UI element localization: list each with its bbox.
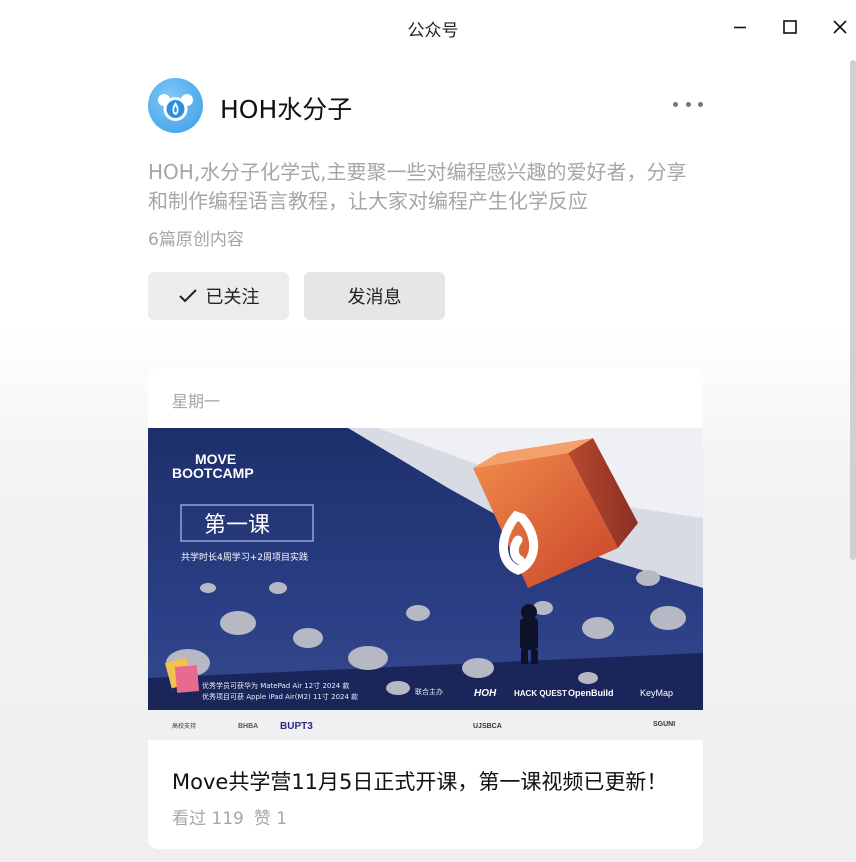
- maximize-icon: [783, 20, 797, 34]
- cover-school-bhba: BHBA: [238, 723, 258, 730]
- article-card[interactable]: 星期一 MOVE BOOTCAMP 第一课 共学时长4周学习+2周项目实践 优秀…: [148, 368, 703, 849]
- cover-duration: 共学时长4周学习+2周项目实践: [181, 551, 308, 563]
- cover-sponsor-hoh: HOH: [474, 688, 497, 699]
- check-icon: [178, 289, 197, 303]
- original-count: 6篇原创内容: [148, 230, 244, 250]
- cover-prize-line2: 优秀项目可获 Apple iPad Air(M2) 11寸 2024 款: [202, 692, 358, 701]
- more-icon: [673, 101, 678, 107]
- cover-headline: 第一课: [204, 513, 270, 538]
- cover-sponsor-hackquest: HACK QUEST: [514, 689, 567, 698]
- cover-illustration: MOVE BOOTCAMP 第一课 共学时长4周学习+2周项目实践 优秀学员可获…: [148, 428, 703, 740]
- like-count: 赞 1: [253, 809, 288, 829]
- cover-school-bupt3: BUPT3: [280, 721, 313, 732]
- cover-school-sguni: SGUNI: [653, 721, 675, 728]
- more-button[interactable]: [673, 94, 703, 114]
- account-description: HOH,水分子化学式,主要聚一些对编程感兴趣的爱好者，分享和制作编程语言教程，让…: [148, 160, 687, 213]
- cover-brand-bottom: BOOTCAMP: [172, 465, 254, 481]
- view-count: 看过 119: [172, 809, 244, 829]
- minimize-icon: [734, 26, 746, 29]
- title-bar: 公众号: [0, 0, 856, 56]
- cover-sponsor-openbuild: OpenBuild: [568, 688, 614, 698]
- article-cover[interactable]: MOVE BOOTCAMP 第一课 共学时长4周学习+2周项目实践 优秀学员可获…: [148, 428, 703, 740]
- article-stats: 看过 119 赞 1: [172, 804, 297, 829]
- minimize-button[interactable]: [720, 10, 760, 44]
- cover-school-ujsbca: UJSBCA: [473, 723, 502, 730]
- cover-organizer-label: 联合主办: [415, 687, 443, 696]
- maximize-button[interactable]: [770, 10, 810, 44]
- close-icon: [833, 20, 847, 34]
- followed-button[interactable]: 已关注: [148, 272, 289, 320]
- avatar[interactable]: [148, 78, 203, 133]
- article-title[interactable]: Move共学营11月5日正式开课，第一课视频已更新！: [172, 766, 667, 796]
- more-icon-dot: [698, 101, 703, 107]
- send-message-button[interactable]: 发消息: [304, 272, 445, 320]
- account-name: HOH水分子: [220, 95, 353, 124]
- scrollbar[interactable]: [850, 60, 856, 560]
- send-message-label: 发消息: [347, 287, 402, 308]
- cover-prize-line1: 优秀学员可获华为 MatePad Air 12寸 2024 款: [202, 681, 349, 690]
- close-button[interactable]: [820, 10, 856, 44]
- cover-sponsor-keymap: KeyMap: [640, 688, 673, 698]
- followed-label: 已关注: [205, 287, 260, 308]
- article-day: 星期一: [172, 392, 221, 411]
- water-molecule-logo: [158, 94, 193, 121]
- cover-schools-label: 高校支持: [172, 722, 196, 730]
- more-icon-dot: [685, 101, 691, 107]
